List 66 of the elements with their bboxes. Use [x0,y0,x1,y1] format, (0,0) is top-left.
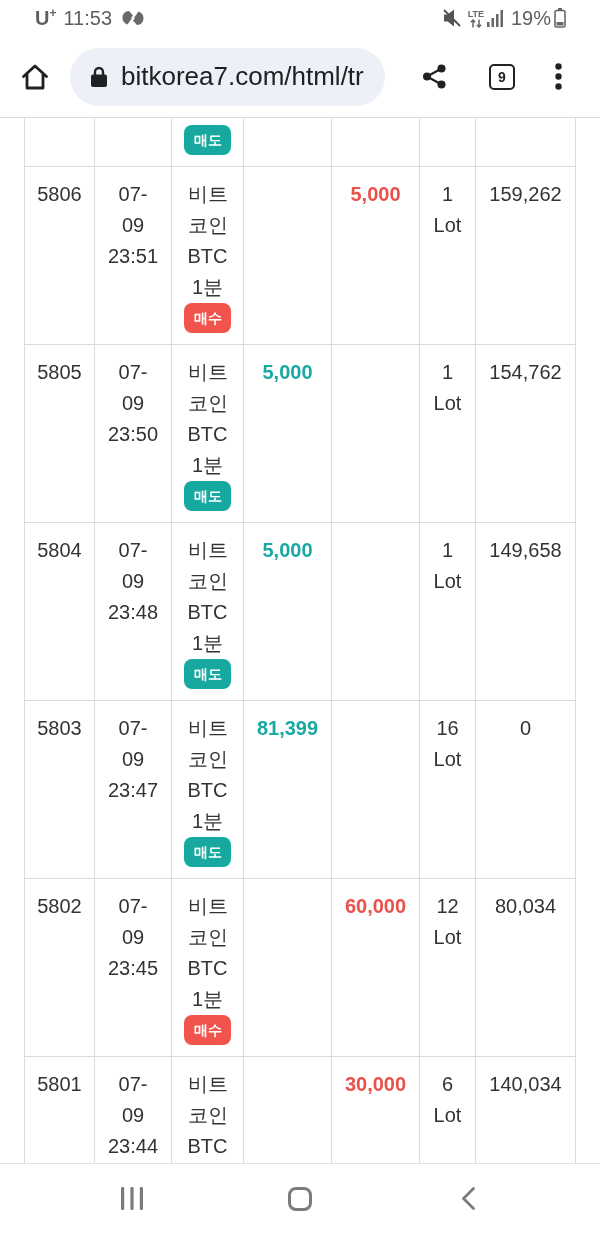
trade-time: 23:51 [107,244,159,269]
amount-value: 5,000 [350,182,401,207]
number-value: 154,762 [489,360,562,385]
trade-type-badge: 매도 [184,481,231,511]
lot-count: 6 Lot [432,1072,463,1128]
amount-value: 81,399 [256,716,319,741]
trade-type-badge: 매수 [184,1015,231,1045]
number-value: 149,658 [489,538,562,563]
product-name: 비트코인 BTC 1분 [186,360,229,478]
lot-count: 1 Lot [432,360,463,416]
mute-icon [442,9,461,27]
trade-type-badge: 매도 [184,837,231,867]
battery-icon [554,8,566,28]
trade-date: 07-09 [117,716,149,772]
clock-time: 11:53 [63,6,113,30]
product-name: 비트코인 BTC 1분 [186,716,229,834]
lock-icon [91,66,107,87]
trade-date: 07-09 [117,182,149,238]
home-icon[interactable] [21,62,49,91]
order-number: 5803 [37,716,82,741]
order-number: 5801 [37,1072,82,1097]
amount-value: 60,000 [344,894,407,919]
lot-count: 1 Lot [432,182,463,238]
order-number: 5802 [37,894,82,919]
order-number: 5805 [37,360,82,385]
number-value: 140,034 [489,1072,562,1097]
signal-icon [486,9,503,27]
trade-date: 07-09 [117,1072,149,1128]
number-value: 159,262 [489,182,562,207]
trade-time: 23:45 [107,956,159,981]
back-icon[interactable] [461,1187,475,1210]
order-number: 5806 [37,182,82,207]
product-name: 비트코인 BTC [186,1072,229,1159]
number-value: 0 [519,716,532,741]
home-button-icon[interactable] [288,1186,312,1211]
amount-value: 5,000 [262,360,313,385]
data-arrows-icon [469,18,482,28]
trade-date: 07-09 [117,894,149,950]
battery-percent: 19% [510,6,551,30]
product-name: 비트코인 BTC 1분 [186,182,229,300]
trade-time: 23:47 [107,778,159,803]
address-bar[interactable]: bitkorea7.com/html/tr [70,47,385,106]
lot-count: 12 Lot [432,894,463,950]
network-type: LTE [467,8,484,19]
amount-value: 5,000 [262,538,313,563]
product-name: 비트코인 BTC 1분 [186,538,229,656]
share-icon[interactable] [422,64,447,89]
menu-icon[interactable] [555,63,562,90]
amount-value: 30,000 [344,1072,407,1097]
trade-date: 07-09 [117,538,149,594]
number-value: 80,034 [494,894,557,919]
tab-count-button[interactable]: 9 [489,63,515,90]
notification-icon [122,10,145,26]
trade-time: 23:50 [107,422,159,447]
lot-count: 1 Lot [432,538,463,594]
trade-type-badge: 매도 [184,659,231,689]
order-number: 5804 [37,538,82,563]
carrier-label: U$^{+}$ [35,6,57,30]
trade-time: 23:44 [107,1134,159,1159]
trade-type-badge: 매도 [184,125,231,155]
trade-time: 23:48 [107,600,159,625]
trade-type-badge: 매수 [184,303,231,333]
three-bars-icon[interactable] [121,1187,143,1210]
product-name: 비트코인 BTC 1분 [186,894,229,1012]
trade-date: 07-09 [117,360,149,416]
lot-count: 16 Lot [432,716,463,772]
